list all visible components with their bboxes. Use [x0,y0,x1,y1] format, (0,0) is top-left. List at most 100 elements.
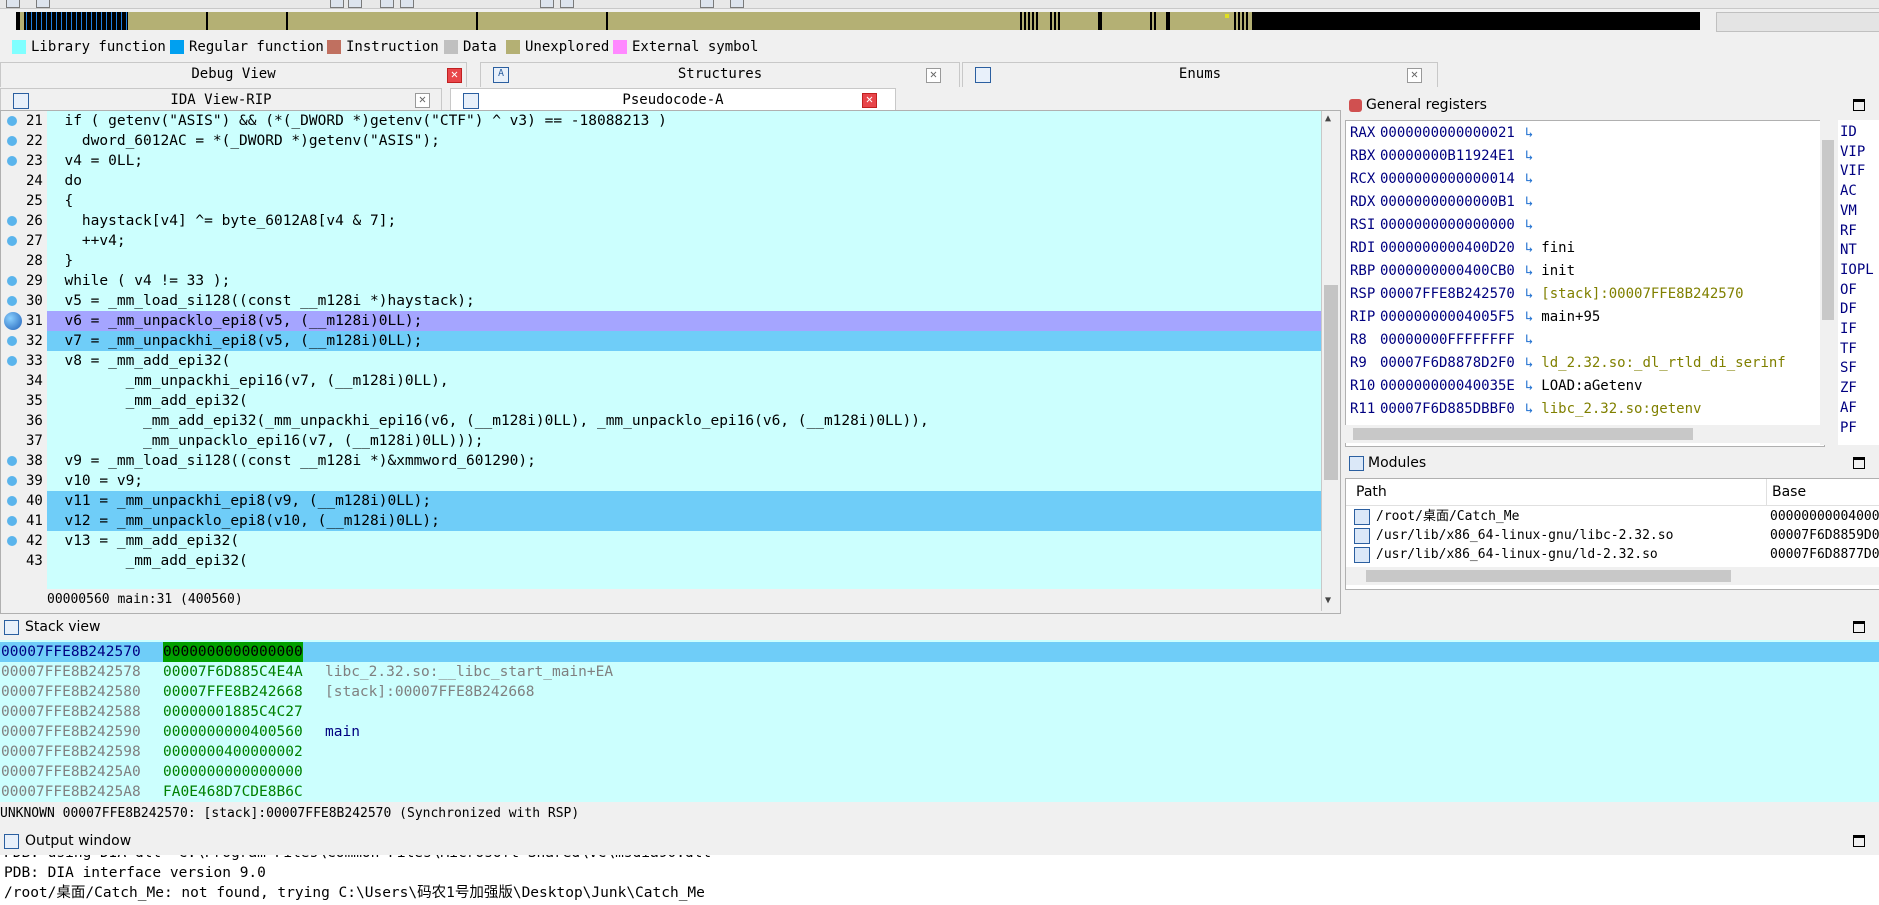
breakpoint-dot-icon[interactable] [7,456,17,466]
flag-item[interactable]: VIP [1840,142,1865,162]
register-value[interactable]: 00000000FFFFFFFF [1380,332,1515,348]
code-line[interactable]: haystack[v4] ^= byte_6012A8[v4 & 7]; [47,211,1321,231]
scroll-up-icon[interactable]: ▲ [1325,113,1331,124]
close-icon[interactable]: ✕ [415,93,430,108]
line-number[interactable]: 43 [1,551,47,571]
jump-arrow-icon[interactable]: ↳ [1525,286,1533,302]
navigation-range-box[interactable] [1716,12,1879,32]
stack-value[interactable]: 0000000400000002 [163,742,303,762]
line-number[interactable]: 21 [1,111,47,131]
registers-scrollbar[interactable] [1820,120,1836,445]
line-number[interactable]: 34 [1,371,47,391]
stack-row[interactable]: 00007FFE8B242578 00007F6D885C4E4A libc_2.3… [0,662,1879,682]
maximize-icon[interactable] [1853,99,1865,111]
jump-arrow-icon[interactable]: ↳ [1525,148,1533,164]
register-value[interactable]: 0000000000400CB0 [1380,263,1515,279]
line-number[interactable]: 32 [1,331,47,351]
register-row[interactable]: R9 00007F6D8878D2F0 ↳ ld_2.32.so:_dl_rtld_d… [1350,352,1786,375]
breakpoint-dot-icon[interactable] [7,476,17,486]
scrollbar-thumb[interactable] [1822,140,1834,320]
register-row[interactable]: R11 00007F6D885DBBF0 ↳ libc_2.32.so:getenv [1350,398,1701,421]
flag-item[interactable]: NT [1840,240,1857,260]
flag-item[interactable]: SF [1840,358,1857,378]
register-row[interactable]: RBP 0000000000400CB0 ↳ init [1350,260,1575,283]
code-line[interactable]: v5 = _mm_load_si128((const __m128i *)hay… [47,291,1321,311]
jump-arrow-icon[interactable]: ↳ [1525,332,1533,348]
tab-structures[interactable]: A Structures ✕ [480,62,960,87]
toolbar-breakpoint-icon[interactable] [730,0,744,8]
scrollbar-thumb[interactable] [1324,285,1338,480]
code-line[interactable]: dword_6012AC = *(_DWORD *)getenv("ASIS")… [47,131,1321,151]
flag-item[interactable]: VM [1840,201,1857,221]
code-line[interactable]: v9 = _mm_load_si128((const __m128i *)&xm… [47,451,1321,471]
jump-arrow-icon[interactable]: ↳ [1525,125,1533,141]
pseudocode-editor[interactable]: if ( getenv("ASIS") && (*(_DWORD *)geten… [47,111,1321,589]
toolbar-back-icon[interactable] [380,0,394,8]
code-line[interactable]: if ( getenv("ASIS") && (*(_DWORD *)geten… [47,111,1321,131]
code-line[interactable]: v12 = _mm_unpacklo_epi8(v10, (__m128i)0L… [47,511,1321,531]
flag-item[interactable]: RF [1840,221,1857,241]
jump-arrow-icon[interactable]: ↳ [1525,240,1533,256]
flag-item[interactable]: ID [1840,122,1857,142]
line-number[interactable]: 40 [1,491,47,511]
jump-arrow-icon[interactable]: ↳ [1525,378,1533,394]
register-value[interactable]: 000000000040035E [1380,378,1515,394]
toolbar-search-icon[interactable] [700,0,714,8]
code-line[interactable]: _mm_unpacklo_epi16(v7, (__m128i)0LL))); [47,431,1321,451]
vertical-scrollbar[interactable]: ▲ ▼ [1321,111,1340,611]
modules-hscrollbar[interactable] [1346,567,1879,585]
register-value[interactable]: 00007F6D885DBBF0 [1380,401,1515,417]
code-line[interactable]: } [47,251,1321,271]
column-base[interactable]: Base [1772,484,1806,500]
register-row[interactable]: RIP 00000000004005F5 ↳ main+95 [1350,306,1600,329]
breakpoint-dot-icon[interactable] [7,136,17,146]
module-row[interactable]: /usr/lib/x86_64-linux-gnu/libc-2.32.so [1354,526,1673,545]
flag-item[interactable]: ZF [1840,378,1857,398]
flag-item[interactable]: OF [1840,280,1857,300]
code-line[interactable]: v11 = _mm_unpackhi_epi8(v9, (__m128i)0LL… [47,491,1321,511]
code-line[interactable]: v6 = _mm_unpacklo_epi8(v5, (__m128i)0LL)… [47,311,1321,331]
stack-row[interactable]: 00007FFE8B2425A8 FA0E468D7CDE8B6C [0,782,1879,802]
code-line[interactable]: _mm_add_epi32( [47,551,1321,571]
code-line[interactable]: v8 = _mm_add_epi32( [47,351,1321,371]
code-line[interactable]: v4 = 0LL; [47,151,1321,171]
scrollbar-thumb[interactable] [1366,570,1731,582]
breakpoint-dot-icon[interactable] [7,116,17,126]
register-row[interactable]: RSP 00007FFE8B242570 ↳ [stack]:00007FFE8B24… [1350,283,1744,306]
register-value[interactable]: 00000000004005F5 [1380,309,1515,325]
line-number[interactable]: 22 [1,131,47,151]
tab-debug-view[interactable]: Debug View ✕ [0,62,467,87]
jump-arrow-icon[interactable]: ↳ [1525,194,1533,210]
toolbar-step-icon[interactable] [330,0,344,8]
registers-list[interactable]: RAX 0000000000000021 ↳ RBX 00000000B11924E1 ↳… [1345,120,1825,447]
toolbar-stop-icon[interactable] [36,0,50,8]
stack-value[interactable]: 0000000000000000 [163,762,303,782]
stack-value[interactable]: 0000000000000000 [163,642,303,662]
line-number[interactable]: 31 [1,311,47,331]
module-row[interactable]: /root/桌面/Catch_Me [1354,507,1519,526]
register-row[interactable]: RDI 0000000000400D20 ↳ fini [1350,237,1575,260]
maximize-icon[interactable] [1853,621,1865,633]
register-row[interactable]: RAX 0000000000000021 ↳ [1350,122,1541,145]
flag-item[interactable]: TF [1840,339,1857,359]
breakpoint-dot-icon[interactable] [7,156,17,166]
jump-arrow-icon[interactable]: ↳ [1525,263,1533,279]
jump-arrow-icon[interactable]: ↳ [1525,171,1533,187]
breakpoint-dot-icon[interactable] [7,496,17,506]
code-line[interactable]: _mm_add_epi32(_mm_unpackhi_epi16(v6, (__… [47,411,1321,431]
code-line[interactable]: _mm_unpackhi_epi16(v7, (__m128i)0LL), [47,371,1321,391]
line-number[interactable]: 35 [1,391,47,411]
jump-arrow-icon[interactable]: ↳ [1525,217,1533,233]
line-number[interactable]: 38 [1,451,47,471]
register-value[interactable]: 00000000000000B1 [1380,194,1515,210]
code-line[interactable]: v13 = _mm_add_epi32( [47,531,1321,551]
jump-arrow-icon[interactable]: ↳ [1525,309,1533,325]
register-row[interactable]: RBX 00000000B11924E1 ↳ [1350,145,1541,168]
register-value[interactable]: 0000000000000014 [1380,171,1515,187]
line-number[interactable]: 29 [1,271,47,291]
close-icon[interactable]: ✕ [862,93,877,108]
line-number[interactable]: 30 [1,291,47,311]
breakpoint-dot-icon[interactable] [7,236,17,246]
flag-item[interactable]: AF [1840,398,1857,418]
flag-item[interactable]: DF [1840,299,1857,319]
